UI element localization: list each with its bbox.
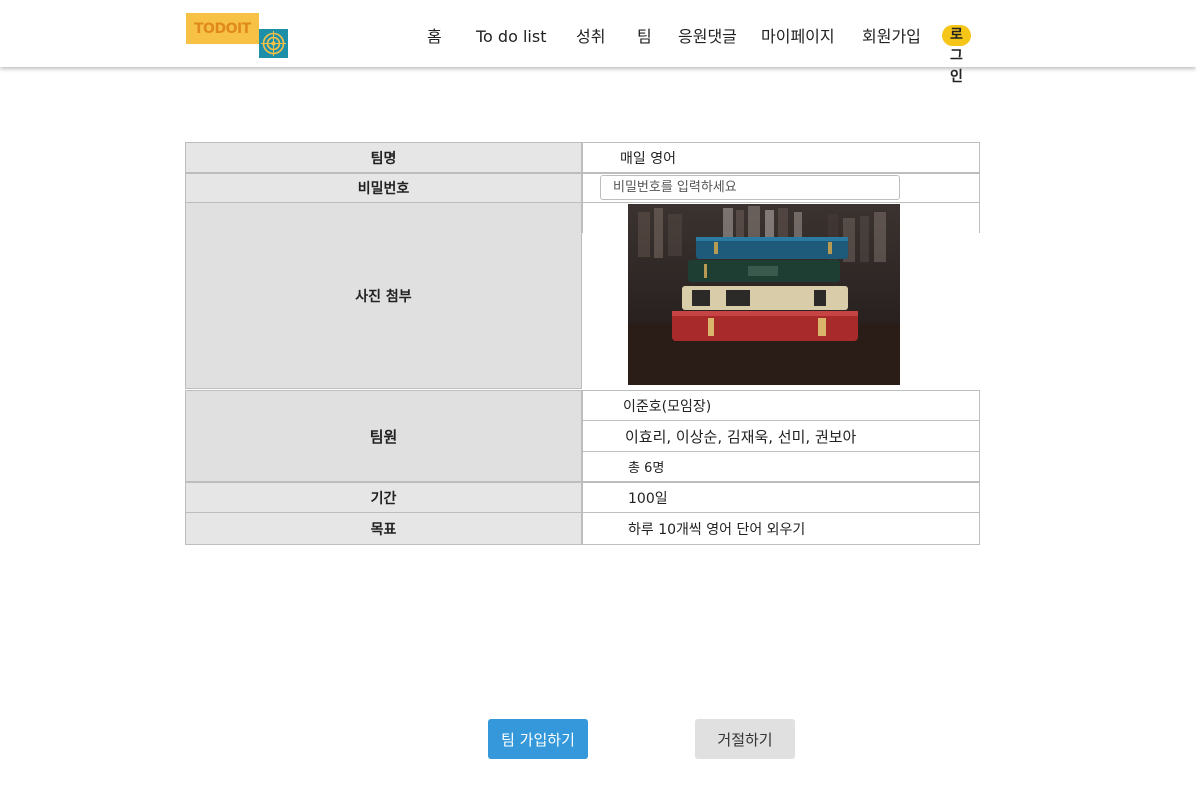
members-list: 이효리, 이상순, 김재욱, 선미, 권보아 bbox=[582, 420, 980, 452]
nav-mypage[interactable]: 마이페이지 bbox=[761, 24, 835, 50]
period-label: 기간 bbox=[185, 482, 582, 513]
nav-achievement[interactable]: 성취 bbox=[576, 24, 605, 50]
join-team-button[interactable]: 팀 가입하기 bbox=[488, 719, 588, 759]
goal-label: 목표 bbox=[185, 512, 582, 545]
row-period: 기간 100일 bbox=[185, 482, 980, 513]
team-name-value: 매일 영어 bbox=[582, 142, 980, 173]
target-icon bbox=[259, 29, 288, 58]
photo-label: 사진 첨부 bbox=[185, 203, 582, 389]
logo[interactable]: TODOIT bbox=[186, 13, 288, 58]
team-name-label: 팀명 bbox=[185, 142, 582, 173]
reject-button[interactable]: 거절하기 bbox=[695, 719, 795, 759]
row-goal: 목표 하루 10개씩 영어 단어 외우기 bbox=[185, 512, 980, 545]
top-header: TODOIT 홈 To do list 성취 팀 응원댓글 마이페이지 회원가입… bbox=[0, 0, 1196, 85]
goal-value: 하루 10개씩 영어 단어 외우기 bbox=[582, 512, 980, 545]
team-photo bbox=[628, 204, 900, 385]
row-team-name: 팀명 매일 영어 bbox=[185, 142, 980, 173]
members-leader: 이준호(모임장) bbox=[582, 390, 980, 421]
logo-text: TODOIT bbox=[194, 21, 251, 37]
row-members: 팀원 이준호(모임장) 이효리, 이상순, 김재욱, 선미, 권보아 총 6명 bbox=[185, 390, 980, 482]
nav-cheer-comments[interactable]: 응원댓글 bbox=[678, 24, 737, 50]
password-label: 비밀번호 bbox=[185, 173, 582, 203]
nav-todo-list[interactable]: To do list bbox=[476, 24, 546, 50]
members-total: 총 6명 bbox=[582, 451, 980, 482]
logo-box: TODOIT bbox=[186, 13, 259, 44]
nav-team[interactable]: 팀 bbox=[637, 24, 652, 50]
nav-home[interactable]: 홈 bbox=[427, 24, 442, 50]
members-label: 팀원 bbox=[185, 390, 582, 482]
password-input[interactable] bbox=[600, 175, 900, 200]
login-button[interactable]: 로그인 bbox=[942, 25, 971, 85]
nav-signup[interactable]: 회원가입 bbox=[862, 24, 921, 50]
period-value: 100일 bbox=[582, 482, 980, 513]
